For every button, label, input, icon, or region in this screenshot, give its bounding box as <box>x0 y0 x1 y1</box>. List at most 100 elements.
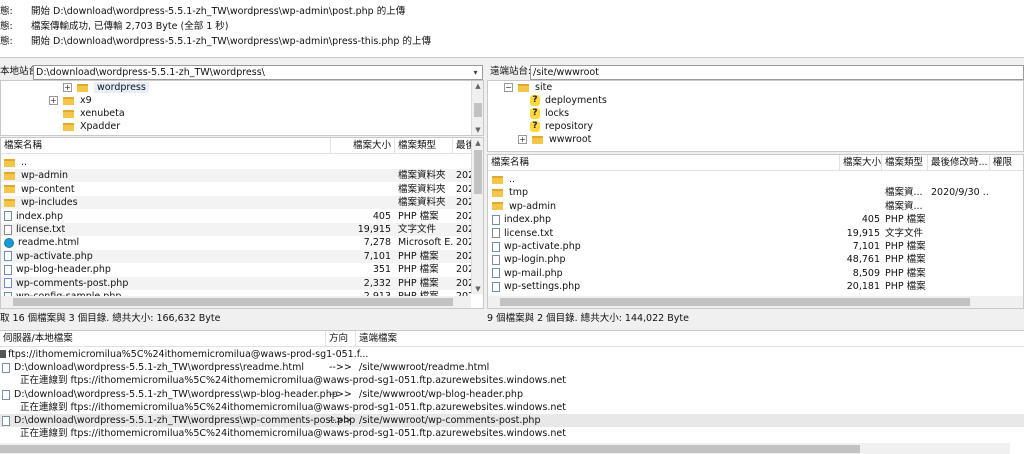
scroll-down-icon[interactable]: ▼ <box>472 125 483 135</box>
queue-hscrollbar[interactable] <box>0 443 1010 454</box>
column-modified[interactable]: 最後修改時... <box>928 155 990 171</box>
file-row[interactable]: wp-activate.php 7,101 PHP 檔案 202 <box>1 249 483 263</box>
queue-item[interactable]: D:\download\wordpress-5.5.1-zh_TW\wordpr… <box>0 388 1024 401</box>
file-row[interactable]: .. <box>488 173 1023 186</box>
file-size <box>331 196 391 209</box>
file-row[interactable]: .. <box>1 156 483 169</box>
column-filesize[interactable]: 檔案大小 <box>331 138 395 154</box>
queue-item-status: 正在連線到 ftps://ithomemicromilua%5C%24ithom… <box>0 427 1024 440</box>
scroll-down-icon[interactable]: ▼ <box>472 284 483 294</box>
file-row[interactable]: wp-admin 檔案資... <box>488 200 1023 213</box>
file-size <box>331 183 391 196</box>
local-list-hscrollbar[interactable] <box>1 296 471 308</box>
queue-item-status: 正在連線到 ftps://ithomemicromilua%5C%24ithom… <box>0 374 1024 387</box>
column-permissions[interactable]: 權限 <box>990 155 1023 171</box>
file-name: wp-admin <box>21 170 68 182</box>
file-size: 19,915 <box>846 227 880 239</box>
remote-list-header: 檔案名稱 檔案大小 檔案類型 最後修改時... 權限 <box>488 155 1023 171</box>
file-row[interactable]: wp-settings.php 20,181 PHP 檔案 <box>488 280 1023 293</box>
scroll-up-icon[interactable]: ▲ <box>472 81 483 91</box>
column-filetype[interactable]: 檔案類型 <box>882 155 928 171</box>
file-row[interactable]: tmp 檔案資... 2020/9/30 ... <box>488 186 1023 199</box>
file-row[interactable]: wp-comments-post.php 2,332 PHP 檔案 202 <box>1 276 483 290</box>
collapse-icon[interactable]: − <box>504 83 513 92</box>
remote-directory-tree[interactable]: − site ? deployments ? locks ? repository +… <box>487 80 1024 152</box>
log-message: 檔案傳輸成功, 已傳輸 2,703 Byte (全部 1 秒) <box>31 21 229 32</box>
queue-item[interactable]: D:\download\wordpress-5.5.1-zh_TW\wordpr… <box>0 414 1024 427</box>
scroll-thumb[interactable] <box>500 298 970 306</box>
scroll-thumb[interactable] <box>0 445 860 453</box>
remote-status: 9 個檔案與 2 個目錄. 總共大小: 144,022 Byte <box>487 312 1024 326</box>
file-row[interactable]: wp-admin 檔案資料夾 202 <box>1 169 483 183</box>
scroll-thumb[interactable] <box>13 298 453 306</box>
file-modified: 202 <box>456 237 471 249</box>
remote-list-hscrollbar[interactable] <box>488 296 1023 308</box>
column-modified[interactable]: 最後 <box>453 138 475 154</box>
folder-icon <box>63 109 74 118</box>
tree-item-label: site <box>535 82 553 93</box>
folder-icon <box>492 175 503 184</box>
file-row[interactable]: readme.html 7,278 Microsoft E...202 <box>1 236 483 249</box>
local-path-input[interactable]: D:\download\wordpress-5.5.1-zh_TW\wordpr… <box>33 65 483 80</box>
column-direction[interactable]: 方向 <box>326 331 356 347</box>
remote-site-label: 遠端站台: <box>490 66 532 77</box>
file-row[interactable]: license.txt 19,915 文字文件 202 <box>1 223 483 236</box>
local-directory-tree[interactable]: + wordpress + x9 xenubeta Xpadder ▲ ▼ <box>0 80 484 136</box>
expand-icon[interactable]: + <box>49 96 58 105</box>
file-name: wp-comments-post.php <box>16 277 129 289</box>
queue-server: ftps://ithomemicromilua%5C%24ithomemicro… <box>8 349 369 360</box>
file-size <box>331 169 391 182</box>
queue-direction: -->> <box>329 415 352 426</box>
local-list-scrollbar[interactable]: ▲ ▼ <box>471 138 483 294</box>
chevron-down-icon[interactable]: ▾ <box>470 67 481 78</box>
expand-icon[interactable]: + <box>518 135 527 144</box>
file-row[interactable]: wp-content 檔案資料夾 202 <box>1 183 483 196</box>
file-row[interactable]: index.php 405 PHP 檔案 202 <box>1 210 483 223</box>
file-name: wp-activate.php <box>16 250 93 262</box>
column-server-local[interactable]: 伺服器/本地檔案 <box>0 331 326 347</box>
local-tree-scrollbar[interactable]: ▲ ▼ <box>471 81 483 135</box>
file-row[interactable]: index.php 405 PHP 檔案 <box>488 213 1023 226</box>
queue-item[interactable]: D:\download\wordpress-5.5.1-zh_TW\wordpr… <box>0 361 1024 374</box>
tree-item-deployments[interactable]: ? deployments <box>530 94 607 107</box>
file-modified <box>931 173 989 186</box>
file-row[interactable]: wp-includes 檔案資料夾 202 <box>1 196 483 210</box>
file-row[interactable]: license.txt 19,915 文字文件 <box>488 227 1023 240</box>
php-file-icon <box>492 241 500 252</box>
folder-icon <box>518 83 529 92</box>
column-filename[interactable]: 檔案名稱 <box>488 155 840 171</box>
column-filesize[interactable]: 檔案大小 <box>840 155 882 171</box>
scroll-up-icon[interactable]: ▲ <box>472 138 483 148</box>
local-file-list[interactable]: 檔案名稱 檔案大小 檔案類型 最後 ..wp-admin檔案資料夾202wp-c… <box>0 137 484 309</box>
php-file-icon <box>492 268 500 279</box>
file-type: PHP 檔案 <box>398 264 439 276</box>
remote-file-list[interactable]: 檔案名稱 檔案大小 檔案類型 最後修改時... 權限 .. tmp 檔案資... 20… <box>487 154 1024 309</box>
scroll-thumb[interactable] <box>474 103 482 117</box>
expand-icon[interactable]: + <box>63 83 72 92</box>
scroll-thumb[interactable] <box>474 150 482 194</box>
file-modified: 202 <box>456 277 471 289</box>
folder-icon <box>4 185 15 194</box>
file-row[interactable]: wp-activate.php 7,101 PHP 檔案 <box>488 240 1023 253</box>
transfer-queue[interactable]: 伺服器/本地檔案 方向 遠端檔案 ftps://ithomemicromilua… <box>0 330 1024 454</box>
queue-server-row[interactable]: ftps://ithomemicromilua%5C%24ithomemicro… <box>0 348 1024 361</box>
tree-item-repository[interactable]: ? repository <box>530 120 593 133</box>
file-modified <box>931 200 989 213</box>
column-filetype[interactable]: 檔案類型 <box>395 138 453 154</box>
file-name: .. <box>21 157 28 168</box>
tree-item-label: repository <box>545 121 594 132</box>
message-log[interactable]: 態: 開始 D:\download\wordpress-5.5.1-zh_TW\… <box>0 0 1024 58</box>
queue-connecting: 正在連線到 ftps://ithomemicromilua%5C%24ithom… <box>20 401 566 413</box>
remote-path-input[interactable]: /site/wwwroot <box>530 65 1024 80</box>
tree-item-locks[interactable]: ? locks <box>530 107 569 120</box>
file-row[interactable]: wp-blog-header.php 351 PHP 檔案 202 <box>1 263 483 276</box>
file-row[interactable]: wp-login.php 48,761 PHP 檔案 <box>488 253 1023 266</box>
file-type: PHP 檔案 <box>398 210 439 222</box>
tree-item-label: Xpadder <box>80 121 121 132</box>
file-size: 20,181 <box>846 281 880 293</box>
column-filename[interactable]: 檔案名稱 <box>1 138 331 154</box>
column-remote-file[interactable]: 遠端檔案 <box>356 331 656 347</box>
folder-icon <box>4 198 15 207</box>
file-row[interactable]: wp-mail.php 8,509 PHP 檔案 <box>488 267 1023 280</box>
local-status: 取 16 個檔案與 3 個目錄. 總共大小: 166,632 Byte <box>0 312 484 326</box>
